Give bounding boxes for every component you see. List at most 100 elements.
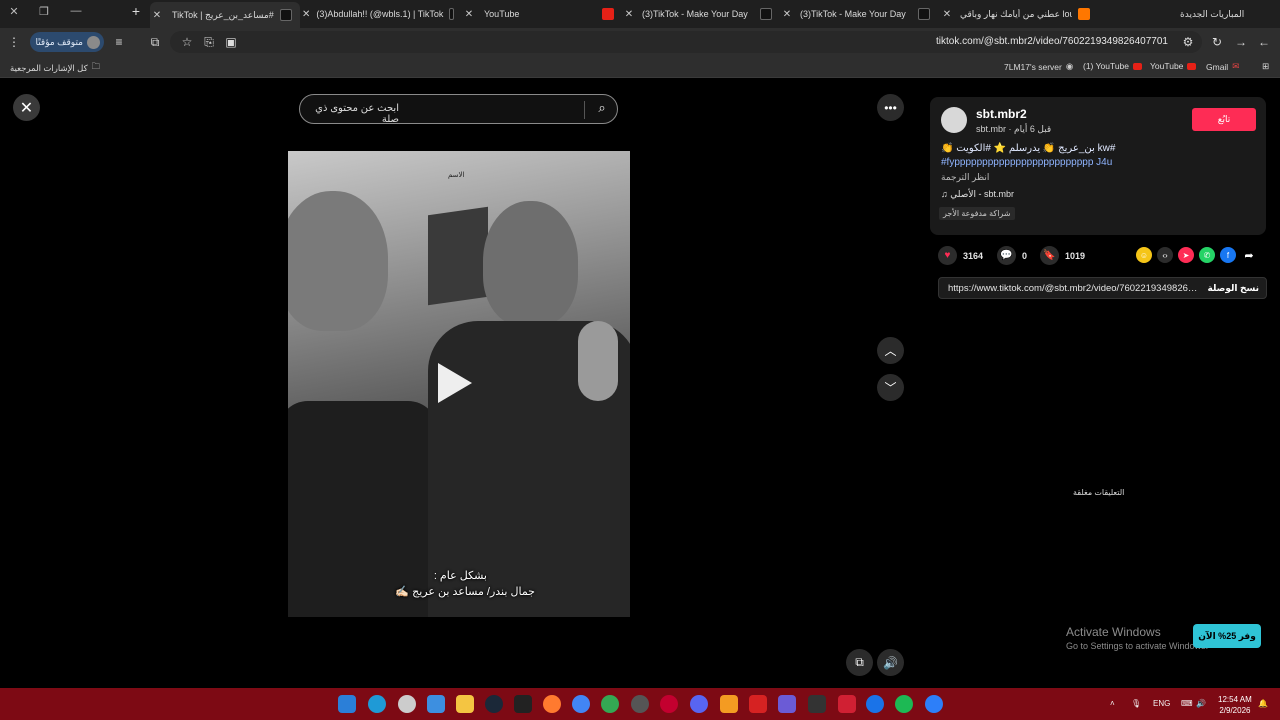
person-left-head	[288, 191, 388, 331]
chrome-profile-icon[interactable]	[601, 695, 619, 713]
bookmark-item[interactable]: (1) YouTube	[1083, 61, 1142, 71]
capcut-icon[interactable]	[808, 695, 826, 713]
share-link[interactable]: https://www.tiktok.com/@sbt.mbr2/video/7…	[948, 283, 1198, 294]
tab[interactable]: ✕ (3)Abdullah!! (@wbls.1) | TikTok	[302, 2, 460, 26]
close-tab-icon[interactable]: ✕	[150, 10, 164, 21]
start-icon[interactable]	[338, 695, 356, 713]
network-icon[interactable]: ⌨	[1181, 699, 1193, 708]
address-bar[interactable]: ☆ ⎘ ▣ tiktok.com/@sbt.mbr2/video/7602219…	[170, 31, 1202, 53]
close-tab-icon[interactable]: ✕	[462, 9, 476, 20]
username[interactable]: sbt.mbr2	[976, 107, 1027, 121]
spotify-icon[interactable]	[895, 695, 913, 713]
profile-button[interactable]: متوقف مؤقتًا	[30, 32, 104, 52]
close-tab-icon[interactable]: ✕	[622, 9, 636, 20]
reload-icon[interactable]: ↻	[1209, 35, 1225, 49]
volume-icon[interactable]: 🔊	[877, 649, 904, 676]
epic-games-icon[interactable]	[514, 695, 532, 713]
settings-icon[interactable]	[398, 695, 416, 713]
app-icon[interactable]	[749, 695, 767, 713]
promo-button[interactable]: وفر 25% الآن	[1193, 624, 1261, 648]
follow-button[interactable]: تابُع	[1192, 108, 1256, 131]
close-video-icon[interactable]: ✕	[13, 94, 40, 121]
minimize-window-icon[interactable]: —	[66, 5, 86, 17]
search-icon[interactable]: ⌕	[592, 100, 612, 120]
app-icon[interactable]	[925, 695, 943, 713]
close-window-icon[interactable]: ✕	[4, 5, 24, 18]
discord-icon[interactable]	[690, 695, 708, 713]
back-icon[interactable]: ←	[1256, 35, 1272, 49]
close-tab-icon[interactable]: ✕	[780, 9, 794, 20]
store-icon[interactable]	[427, 695, 445, 713]
app-icon[interactable]	[838, 695, 856, 713]
search-input[interactable]: ابحث عن محتوى ذي صلة ⌕	[299, 94, 618, 125]
embed-icon[interactable]: ‹›	[1157, 247, 1173, 263]
activate-subtitle: Go to Settings to activate Windows.	[1066, 641, 1209, 651]
video-player[interactable]: الاسم بشكل عام : جمال بندر/ مساعد بن عري…	[288, 151, 630, 617]
post-hashtags[interactable]: #fyppppppppppppppppppppppppp J4u	[941, 157, 1112, 168]
restore-window-icon[interactable]: ❐	[34, 5, 54, 18]
forward-icon[interactable]: →	[1233, 35, 1249, 49]
tab[interactable]: ✕ YouTube	[462, 2, 620, 26]
avatar[interactable]	[941, 107, 967, 133]
close-tab-icon[interactable]: ✕	[302, 9, 310, 20]
soundcloud-app-icon[interactable]	[543, 695, 561, 713]
tab-active[interactable]: ✕ TikTok | مساعد_بن_عريج#	[150, 2, 300, 28]
apps-grid-icon[interactable]: ⊞	[1262, 61, 1269, 72]
site-settings-icon[interactable]: ⚙	[1180, 35, 1196, 49]
bookmark-item[interactable]: 7LM17's server ◉	[1004, 61, 1073, 72]
reading-list-icon[interactable]: ≡	[111, 35, 127, 49]
comments-disabled-text: التعليقات مغلقة	[1073, 488, 1125, 497]
tiktok-icon	[760, 8, 772, 20]
play-icon[interactable]	[438, 363, 472, 403]
previous-video-icon[interactable]: ︿	[877, 337, 904, 364]
new-tab-icon[interactable]: +	[126, 3, 146, 19]
microphone-icon[interactable]: 🎙	[1131, 699, 1141, 708]
bookmark-item[interactable]: Gmail ✉	[1206, 61, 1239, 72]
facebook-icon[interactable]: f	[1220, 247, 1236, 263]
copy-link-button[interactable]: نسخ الوصلة	[1208, 283, 1259, 294]
bookmark-item[interactable]: YouTube	[1150, 61, 1197, 71]
bookmark-star-icon[interactable]: ☆	[179, 35, 195, 49]
github-icon[interactable]	[631, 695, 649, 713]
close-tab-icon[interactable]: ✕	[940, 9, 954, 20]
tab[interactable]: ✕ (3)TikTok - Make Your Day	[780, 2, 938, 26]
next-video-icon[interactable]: ﹀	[877, 374, 904, 401]
file-explorer-icon[interactable]	[456, 695, 474, 713]
send-icon[interactable]: ➤	[1178, 247, 1194, 263]
volume-tray-icon[interactable]: 🔊	[1196, 699, 1206, 708]
video-caption-line2: جمال بندر/ مساعد بن عريج ✍🏻	[395, 586, 535, 598]
screenshot-icon[interactable]: ⎘	[201, 35, 217, 49]
all-bookmarks[interactable]: كل الإشارات المرجعية 🗀	[10, 61, 100, 75]
menu-icon[interactable]: ⋮	[6, 35, 22, 49]
share-icon[interactable]: ➦	[1241, 247, 1257, 263]
tiktok-icon	[279, 9, 292, 21]
language-indicator[interactable]: ENG	[1153, 699, 1170, 708]
steam-icon[interactable]	[485, 695, 503, 713]
save-button[interactable]: 🔖 1019	[1040, 246, 1085, 265]
notifications-icon[interactable]: 🔔	[1258, 699, 1268, 708]
more-options-icon[interactable]: •••	[877, 94, 904, 121]
comment-button[interactable]: 💬 0	[997, 246, 1027, 265]
snapchat-icon[interactable]: ☺	[1136, 247, 1152, 263]
translate-link[interactable]: انظر الترجمة	[941, 172, 989, 183]
app-icon[interactable]	[778, 695, 796, 713]
profile-status: متوقف مؤقتًا	[35, 36, 83, 47]
music-link[interactable]: ♫ الأصلي - sbt.mbr	[941, 189, 1014, 200]
heart-icon: ♥	[938, 246, 957, 265]
floating-player-icon[interactable]: ⧉	[846, 649, 873, 676]
app-icon[interactable]	[866, 695, 884, 713]
tab[interactable]: ✕ (3)TikTok - Make Your Day	[622, 2, 780, 26]
user-handle[interactable]: sbt.mbr	[976, 124, 1006, 134]
tab[interactable]: المباريات الجديدة	[1100, 2, 1252, 26]
extensions-icon[interactable]: ⧉	[147, 35, 163, 49]
whatsapp-icon[interactable]: ✆	[1199, 247, 1215, 263]
tray-overflow-icon[interactable]: ˄	[1110, 699, 1115, 708]
tab[interactable]: ✕ عطني من أيامك نهار وباقي loud	[940, 2, 1098, 26]
edge-icon[interactable]	[368, 695, 386, 713]
chrome-icon[interactable]	[572, 695, 590, 713]
like-button[interactable]: ♥ 3164	[938, 246, 983, 265]
vlc-icon[interactable]	[720, 695, 738, 713]
install-app-icon[interactable]: ▣	[223, 35, 239, 49]
clock[interactable]: 12:54 AM 2/9/2026	[1218, 694, 1252, 716]
opera-icon[interactable]	[660, 695, 678, 713]
